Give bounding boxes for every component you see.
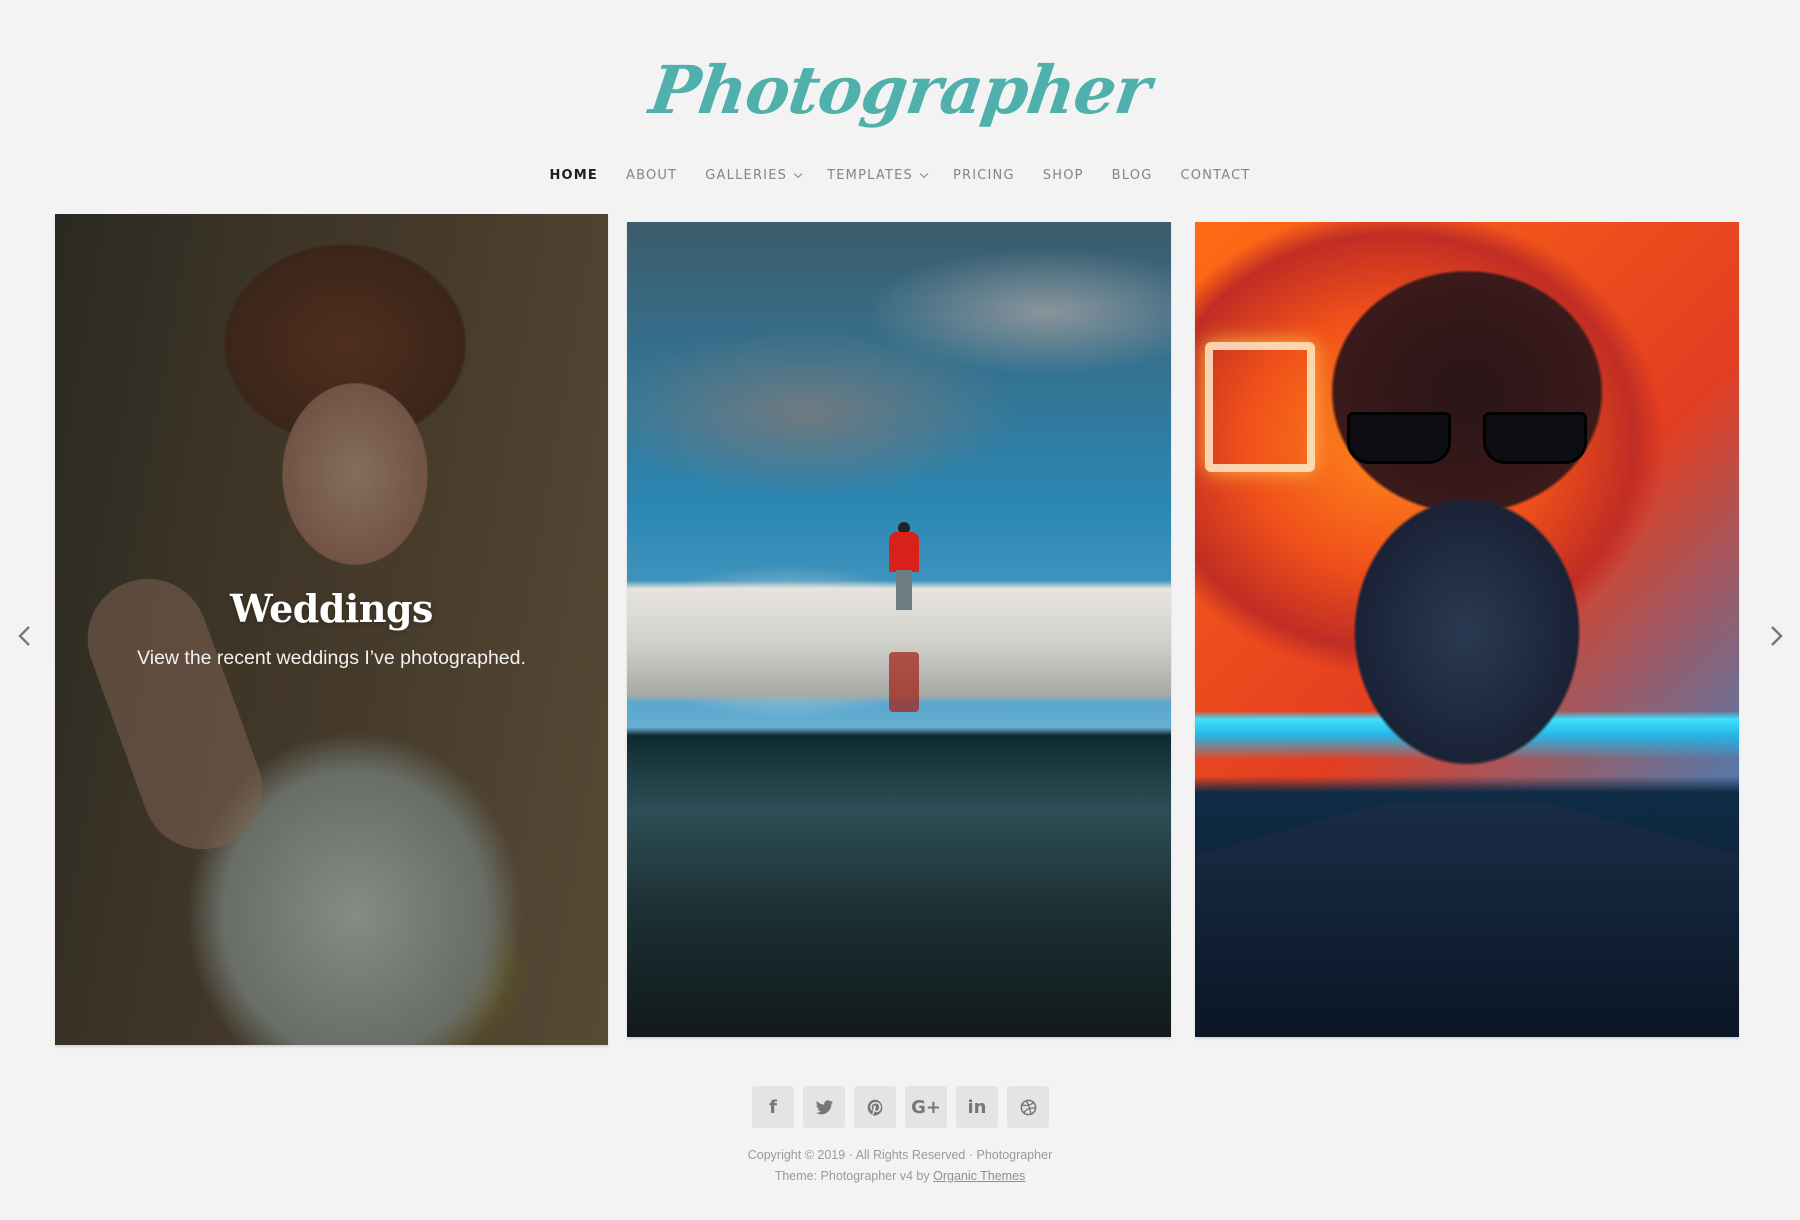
nav-item-label: TEMPLATES <box>827 168 913 183</box>
landscape-photo <box>627 222 1171 1037</box>
main-nav: HOME ABOUT GALLERIES TEMPLATES PRICING S… <box>0 166 1800 186</box>
nav-item-galleries[interactable]: GALLERIES <box>705 166 803 186</box>
nav-item-templates[interactable]: TEMPLATES <box>827 166 929 186</box>
site-logo[interactable]: Photographer <box>0 40 1800 140</box>
chevron-right-icon <box>1771 626 1783 646</box>
nav-item-label: ABOUT <box>626 168 678 183</box>
nav-item-label: SHOP <box>1042 168 1084 183</box>
twitter-icon <box>815 1099 833 1114</box>
facebook-icon: f <box>769 1096 777 1118</box>
dribbble-button[interactable] <box>1007 1086 1049 1128</box>
linkedin-icon: in <box>967 1096 987 1118</box>
chevron-down-icon <box>919 169 929 179</box>
theme-credit: Theme: Photographer v4 by Organic Themes <box>0 1166 1800 1187</box>
neon-sign <box>1205 342 1315 472</box>
organic-themes-link[interactable]: Organic Themes <box>933 1169 1025 1183</box>
linkedin-button[interactable]: in <box>956 1086 998 1128</box>
slider-next-button[interactable] <box>1765 624 1787 648</box>
google-plus-icon: G+ <box>911 1096 941 1118</box>
dribbble-icon <box>1020 1099 1036 1115</box>
nav-item-home[interactable]: HOME <box>549 166 598 186</box>
slide-title: Weddings <box>230 586 433 631</box>
chevron-down-icon <box>793 169 803 179</box>
pinterest-icon <box>867 1099 882 1116</box>
chevron-left-icon <box>18 626 30 646</box>
nav-item-label: PRICING <box>952 168 1015 183</box>
nav-item-about[interactable]: ABOUT <box>626 166 677 186</box>
slide-landscape[interactable] <box>627 222 1171 1037</box>
nav-item-label: BLOG <box>1111 168 1153 183</box>
facebook-button[interactable]: f <box>752 1086 794 1128</box>
nav-item-blog[interactable]: BLOG <box>1112 166 1153 186</box>
nav-item-contact[interactable]: CONTACT <box>1180 166 1250 186</box>
site-footer: Copyright © 2019 · All Rights Reserved ·… <box>0 1145 1800 1187</box>
hiker-figure <box>889 522 919 610</box>
nav-item-label: GALLERIES <box>705 168 788 183</box>
sunglasses <box>1347 412 1587 464</box>
nav-item-label: CONTACT <box>1180 168 1251 183</box>
nav-item-label: HOME <box>549 168 598 183</box>
hiker-reflection <box>889 652 919 712</box>
copyright-text: Copyright © 2019 · All Rights Reserved ·… <box>747 1148 1053 1162</box>
slide-subtitle: View the recent weddings I’ve photograph… <box>137 647 526 669</box>
theme-credit-prefix: Theme: Photographer v4 by <box>774 1169 934 1183</box>
pinterest-button[interactable] <box>854 1086 896 1128</box>
nav-item-shop[interactable]: SHOP <box>1043 166 1084 186</box>
google-plus-button[interactable]: G+ <box>905 1086 947 1128</box>
twitter-button[interactable] <box>803 1086 845 1128</box>
social-links: f G+ in <box>752 1086 1049 1128</box>
slide-portrait[interactable] <box>1195 222 1739 1037</box>
slider-prev-button[interactable] <box>14 624 36 648</box>
slide-weddings[interactable]: Weddings View the recent weddings I’ve p… <box>55 214 608 1045</box>
nav-item-pricing[interactable]: PRICING <box>953 166 1015 186</box>
